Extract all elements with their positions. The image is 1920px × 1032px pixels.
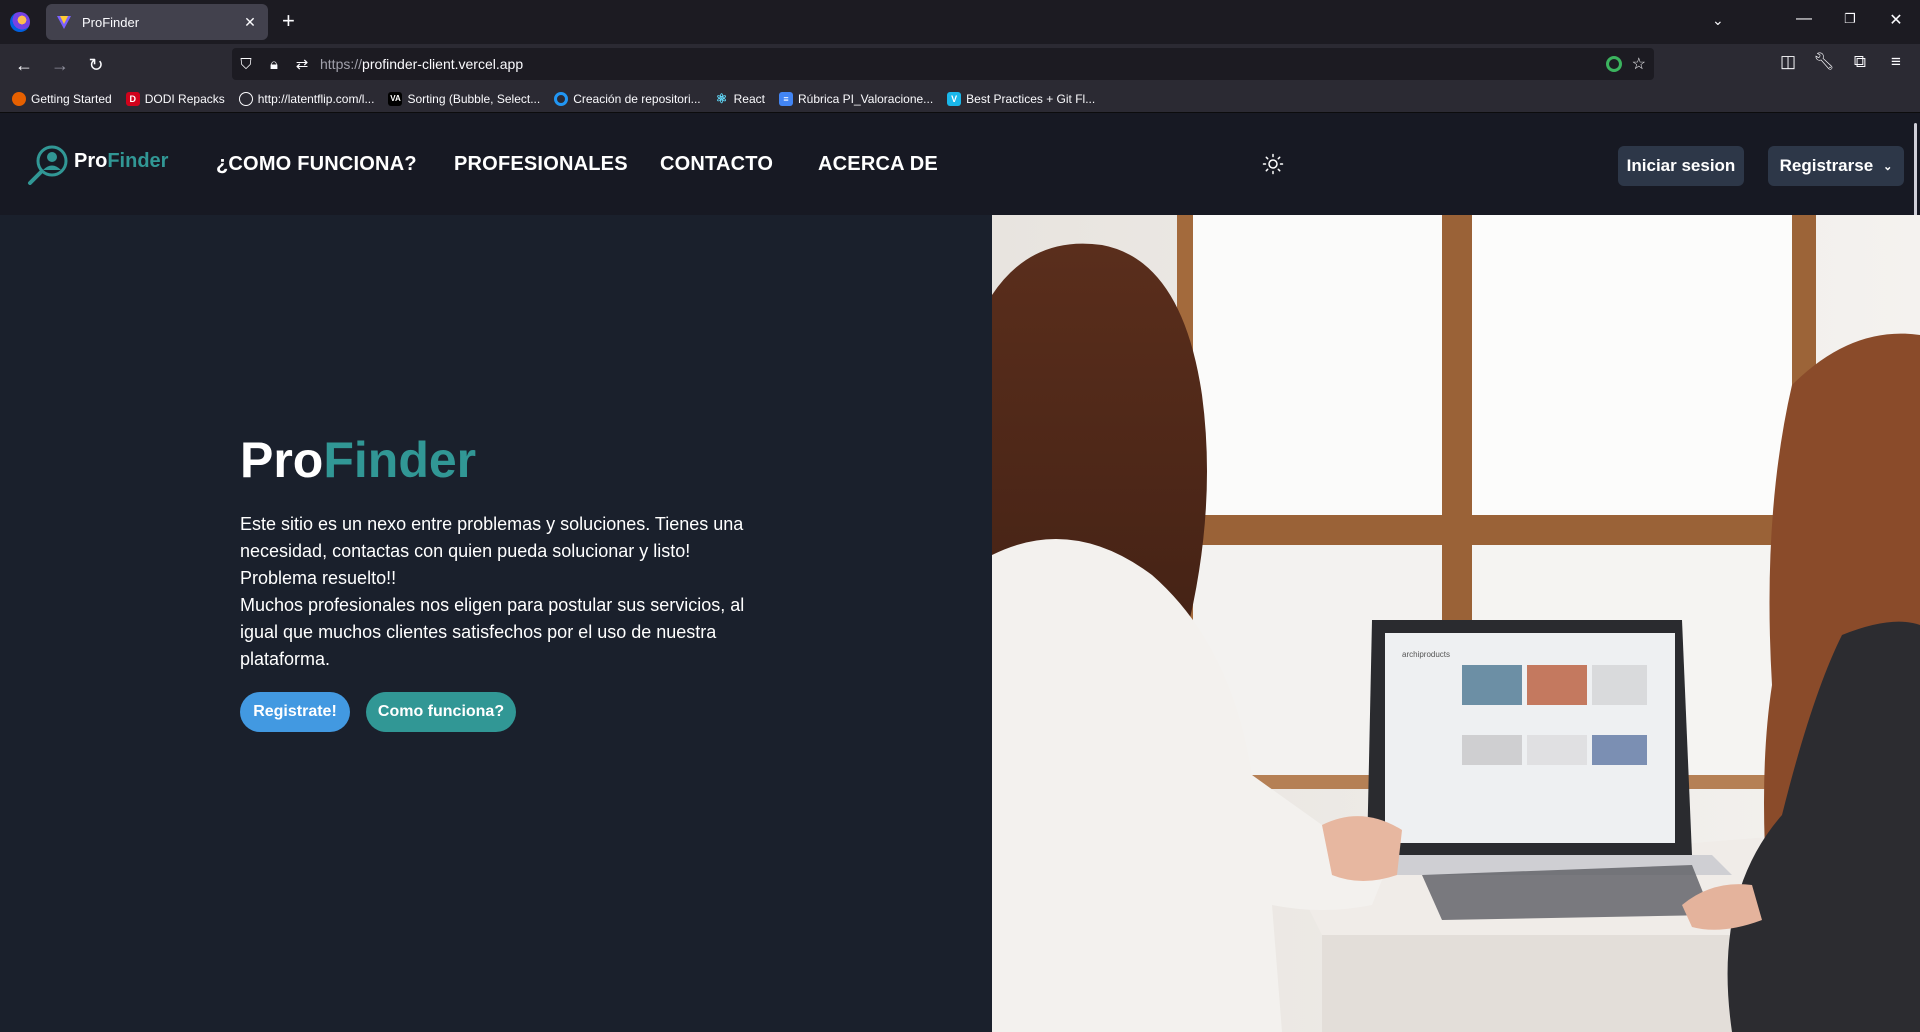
circle-icon bbox=[554, 91, 569, 106]
minimize-window-icon[interactable]: — bbox=[1792, 10, 1816, 28]
brand-logo[interactable]: ProFinder bbox=[26, 143, 168, 185]
firefox-view-icon[interactable] bbox=[10, 12, 30, 32]
bookmark-item[interactable]: Getting Started bbox=[12, 91, 112, 106]
globe-icon bbox=[238, 91, 253, 106]
reload-icon[interactable]: ↻ bbox=[84, 53, 108, 77]
list-all-tabs-chevron-icon[interactable]: ⌄ bbox=[1712, 12, 1724, 29]
bookmark-item[interactable]: Creación de repositori... bbox=[554, 91, 701, 106]
address-bar[interactable]: ⛉ 🔒︎ ⇄ https://profinder-client.vercel.a… bbox=[232, 48, 1654, 80]
visualgo-icon: VA bbox=[388, 91, 403, 106]
dodi-icon: D bbox=[125, 91, 140, 106]
register-dropdown-button[interactable]: Registrarse ⌄ bbox=[1768, 146, 1904, 186]
firefox-icon bbox=[12, 91, 26, 106]
close-tab-icon[interactable]: ✕ bbox=[242, 14, 258, 31]
pocket-icon[interactable]: ◫ bbox=[1776, 52, 1800, 72]
bookmark-item[interactable]: VA Sorting (Bubble, Select... bbox=[388, 91, 540, 106]
back-arrow-icon[interactable]: ← bbox=[12, 53, 36, 77]
hero-paragraph-2: Muchos profesionales nos eligen para pos… bbox=[240, 595, 745, 669]
new-tab-plus-icon[interactable]: + bbox=[282, 10, 295, 32]
extensions-puzzle-icon[interactable]: ⧉ bbox=[1848, 52, 1872, 72]
hamburger-menu-icon[interactable]: ≡ bbox=[1884, 52, 1908, 72]
bookmark-item[interactable]: D DODI Repacks bbox=[125, 91, 225, 106]
brand-name: ProFinder bbox=[74, 149, 169, 172]
hero-photo-women-laptop: archiproducts bbox=[992, 215, 1920, 1032]
hero-description: Este sitio es un nexo entre problemas y … bbox=[240, 511, 750, 673]
bookmarks-toolbar: Getting Started D DODI Repacks http://lat… bbox=[0, 85, 1920, 112]
magnifier-person-logo-icon bbox=[28, 145, 68, 185]
bookmark-item[interactable]: ⚛ React bbox=[715, 90, 765, 106]
lock-icon[interactable]: 🔒︎ bbox=[260, 56, 288, 73]
browser-tab-bar: ProFinder ✕ + ⌄ — ❐ ✕ bbox=[0, 0, 1920, 44]
bookmark-item[interactable]: http://latentflip.com/l... bbox=[238, 91, 374, 106]
nav-profesionales[interactable]: PROFESIONALES bbox=[454, 153, 628, 176]
how-it-works-button[interactable]: Como funciona? bbox=[366, 692, 516, 732]
site-header: ProFinder ¿COMO FUNCIONA? PROFESIONALES … bbox=[0, 113, 1920, 323]
login-button[interactable]: Iniciar sesion bbox=[1618, 146, 1744, 186]
tab-title: ProFinder bbox=[82, 14, 140, 30]
hero-photo-illustration: archiproducts bbox=[992, 215, 1920, 1032]
nav-acerca-de[interactable]: ACERCA DE bbox=[818, 153, 938, 176]
bookmark-item[interactable]: V Best Practices + Git Fl... bbox=[947, 91, 1095, 106]
close-window-icon[interactable]: ✕ bbox=[1884, 10, 1908, 30]
register-cta-button[interactable]: Registrate! bbox=[240, 692, 350, 732]
browser-navigation-bar: ← → ↻ ⛉ 🔒︎ ⇄ https://profinder-client.ve… bbox=[0, 44, 1920, 85]
url-text[interactable]: https://profinder-client.vercel.app bbox=[320, 56, 523, 72]
react-icon: ⚛ bbox=[715, 90, 728, 106]
hero-title: ProFinder bbox=[240, 432, 477, 488]
vimeo-icon: V bbox=[947, 91, 962, 106]
permissions-icon[interactable]: ⇄ bbox=[288, 55, 316, 73]
extension-status-ring-icon[interactable] bbox=[1605, 56, 1622, 72]
nav-como-funciona[interactable]: ¿COMO FUNCIONA? bbox=[216, 153, 417, 176]
chevron-down-icon: ⌄ bbox=[1883, 160, 1893, 173]
browser-tab-active[interactable]: ProFinder ✕ bbox=[46, 4, 268, 40]
profinder-favicon-icon bbox=[57, 16, 71, 29]
tracking-protection-shield-icon[interactable]: ⛉ bbox=[232, 56, 260, 73]
theme-toggle-sun-icon[interactable] bbox=[1262, 153, 1284, 175]
forward-arrow-icon[interactable]: → bbox=[48, 53, 72, 77]
wrench-devtools-icon[interactable]: 🔧︎ bbox=[1812, 52, 1836, 72]
page-viewport: ProFinder ¿COMO FUNCIONA? PROFESIONALES … bbox=[0, 113, 1920, 1032]
docs-icon: ≡ bbox=[778, 91, 793, 106]
nav-contacto[interactable]: CONTACTO bbox=[660, 153, 773, 176]
bookmark-star-icon[interactable]: ☆ bbox=[1632, 54, 1646, 74]
laptop-screen-brand-text: archiproducts bbox=[1402, 650, 1450, 659]
bookmark-item[interactable]: ≡ Rúbrica PI_Valoracione... bbox=[778, 91, 933, 106]
hero-paragraph-1: Este sitio es un nexo entre problemas y … bbox=[240, 514, 744, 588]
restore-window-icon[interactable]: ❐ bbox=[1838, 11, 1862, 27]
